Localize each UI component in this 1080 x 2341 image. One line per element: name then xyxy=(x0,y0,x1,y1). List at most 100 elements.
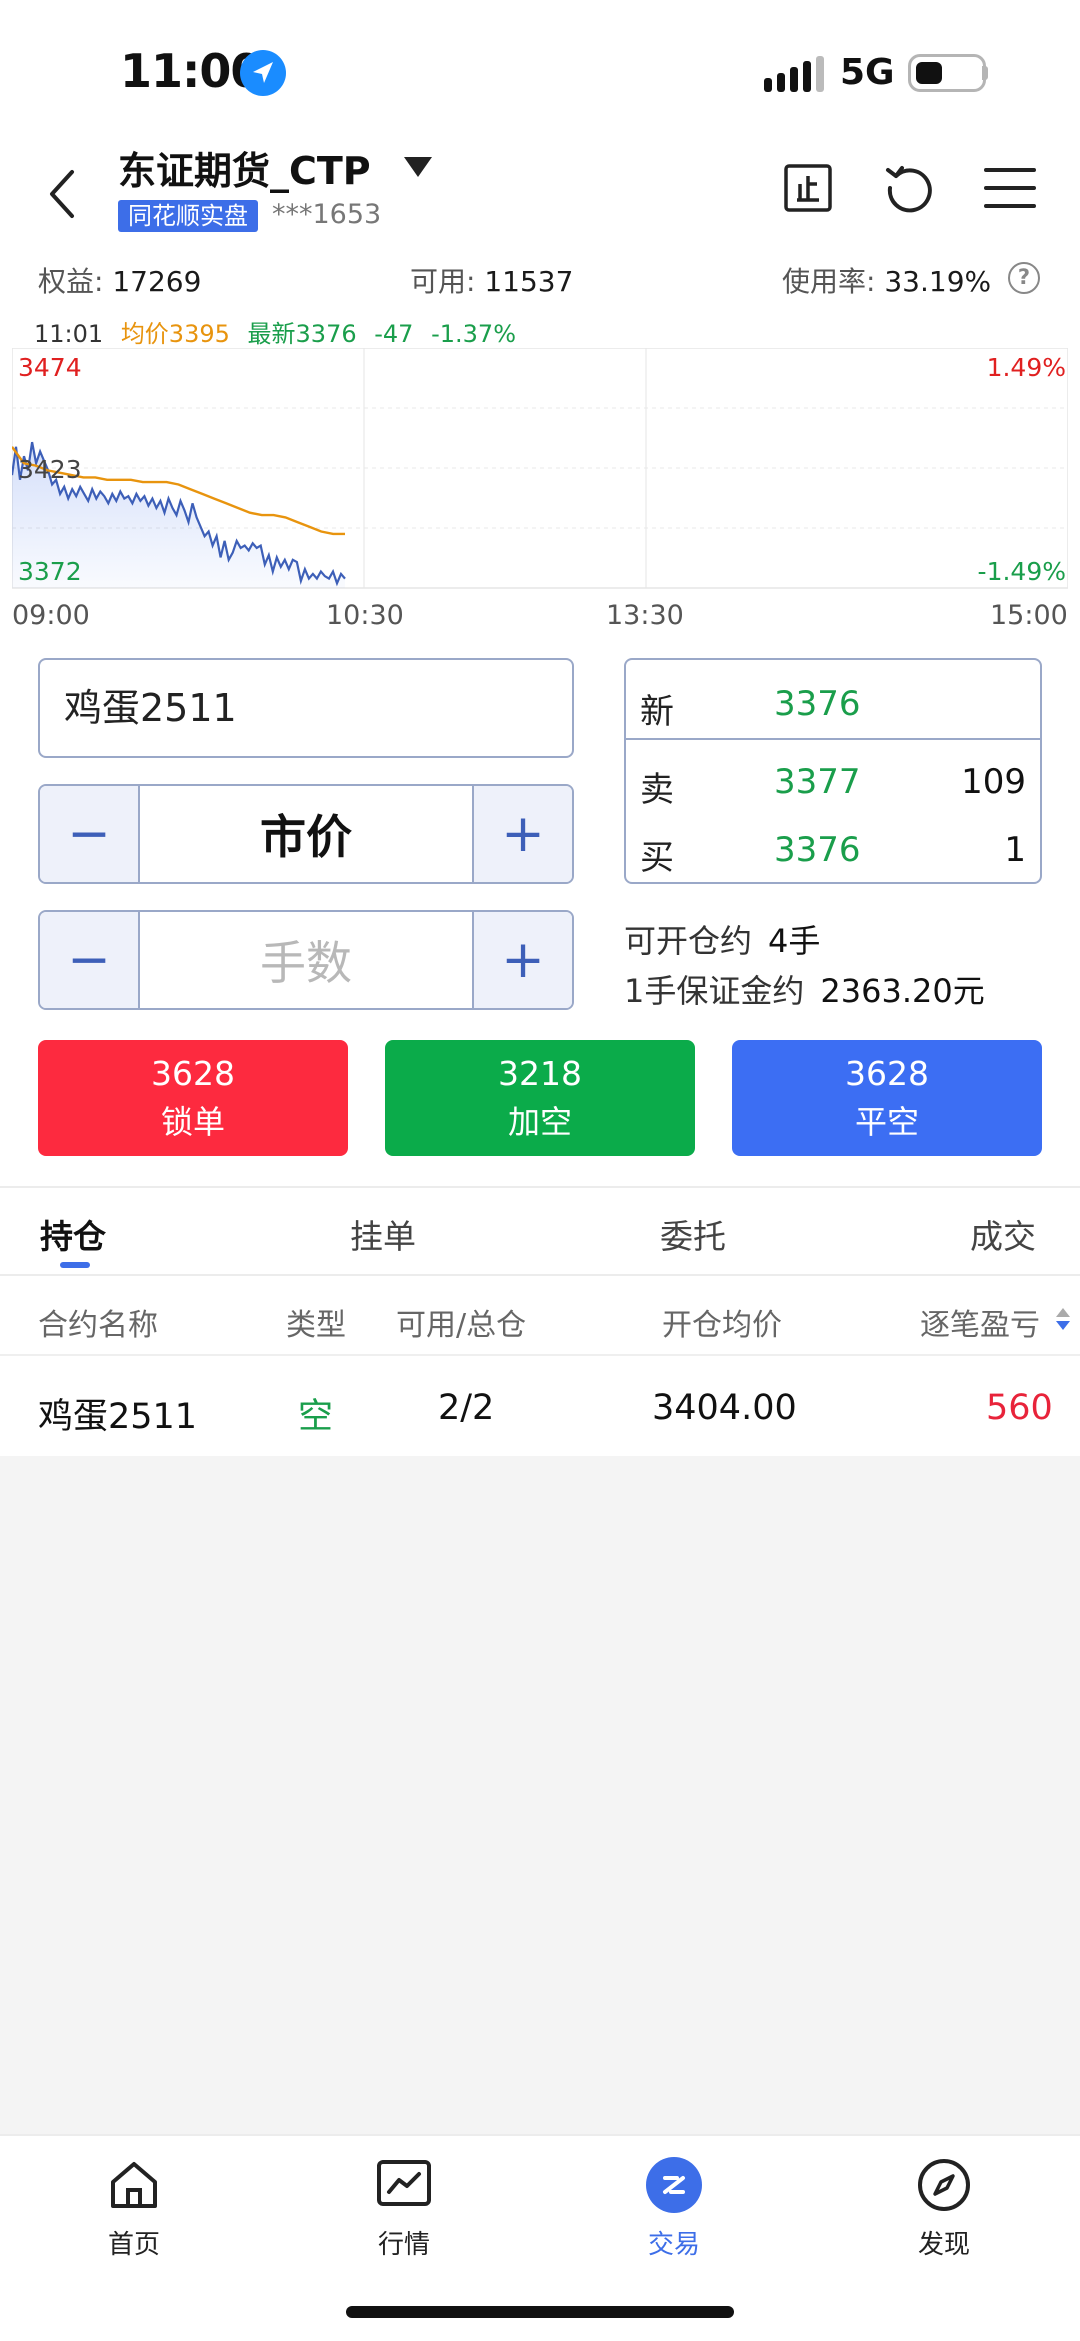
sort-icon[interactable] xyxy=(1054,1306,1072,1332)
nav-market[interactable]: 行情 xyxy=(334,2156,474,2261)
row-avg-price: 3404.00 xyxy=(652,1388,797,1428)
usage-value: 33.19% xyxy=(884,265,992,298)
chart-latest: 最新3376 xyxy=(247,320,357,348)
close-short-price: 3628 xyxy=(845,1054,929,1093)
quote-label: 卖 xyxy=(640,770,674,810)
account-title[interactable]: 东证期货_CTP xyxy=(118,140,371,195)
quote-label: 买 xyxy=(640,838,674,878)
add-short-label: 加空 xyxy=(507,1103,572,1141)
nav-market-label: 行情 xyxy=(377,2230,430,2260)
col-avg-price: 开仓均价 xyxy=(662,1308,782,1343)
chart-icon xyxy=(377,2160,431,2206)
cellular-signal-icon xyxy=(764,56,824,92)
can-open-info: 可开仓约 4手 xyxy=(624,916,820,962)
row-pnl: 560 xyxy=(986,1388,1053,1428)
close-short-label: 平空 xyxy=(854,1103,919,1141)
available-value: 11537 xyxy=(484,265,574,298)
col-avail-total: 可用/总仓 xyxy=(396,1308,527,1343)
x-tick-1030: 10:30 xyxy=(326,600,404,631)
nav-home-label: 首页 xyxy=(107,2230,160,2260)
margin-info: 1手保证金约 2363.20元 xyxy=(624,966,985,1012)
location-arrow-icon xyxy=(240,50,286,96)
y-bottom-label: 3372 xyxy=(18,557,82,586)
can-open-label: 可开仓约 xyxy=(624,922,753,960)
price-plus-button[interactable]: + xyxy=(472,786,572,882)
nav-home[interactable]: 首页 xyxy=(64,2156,204,2261)
battery-tip xyxy=(982,66,988,80)
compass-icon xyxy=(918,2159,970,2211)
x-tick-1500: 15:00 xyxy=(990,600,1068,631)
x-tick-0900: 09:00 xyxy=(12,600,90,631)
col-pnl[interactable]: 逐笔盈亏 xyxy=(920,1300,1040,1344)
usage-label: 使用率: xyxy=(782,265,876,298)
close-short-button[interactable]: 3628 平空 xyxy=(732,1040,1042,1156)
network-type: 5G xyxy=(840,52,895,93)
pct-bottom-label: -1.49% xyxy=(978,557,1066,586)
chart-info: 11:01 均价3395 最新3376 -47 -1.37% xyxy=(34,314,526,349)
account-badge: 同花顺实盘 xyxy=(118,200,258,232)
trade-icon xyxy=(646,2157,702,2213)
price-minus-button[interactable]: − xyxy=(40,786,140,882)
quantity-input[interactable]: 手数 xyxy=(140,912,472,1008)
quote-row-latest: 新 3376 xyxy=(626,666,1040,736)
can-open-value: 4手 xyxy=(768,922,821,960)
active-tab-indicator xyxy=(60,1262,90,1268)
row-type: 空 xyxy=(298,1397,334,1437)
price-stepper: − 市价 + xyxy=(38,784,574,884)
quote-volume: 1 xyxy=(1004,830,1026,870)
table-row[interactable]: 鸡蛋2511 空 2/2 3404.00 560 xyxy=(0,1356,1080,1456)
tab-trades[interactable]: 成交 xyxy=(970,1210,1036,1258)
equity-value: 17269 xyxy=(112,265,202,298)
equity-stat: 权益: 17269 xyxy=(38,260,201,300)
quantity-stepper: − 手数 + xyxy=(38,910,574,1010)
nav-discover[interactable]: 发现 xyxy=(874,2156,1014,2261)
price-mode[interactable]: 市价 xyxy=(140,786,472,882)
y-mid-label: 3423 xyxy=(18,455,82,484)
back-chevron-icon[interactable] xyxy=(40,164,90,224)
nav-discover-label: 发现 xyxy=(917,2230,970,2260)
y-top-label: 3474 xyxy=(18,353,82,382)
tab-positions[interactable]: 持仓 xyxy=(40,1210,106,1258)
lock-button[interactable]: 3628 锁单 xyxy=(38,1040,348,1156)
equity-label: 权益: xyxy=(38,265,104,298)
lock-price: 3628 xyxy=(151,1054,235,1093)
quote-panel[interactable]: 新 3376 卖 3377 109 买 3376 1 xyxy=(624,658,1042,884)
tab-orders[interactable]: 委托 xyxy=(660,1210,726,1258)
quote-volume: 109 xyxy=(961,762,1026,802)
nav-trade[interactable]: 交易 xyxy=(604,2156,744,2261)
chart-change-pct: -1.37% xyxy=(431,320,516,348)
battery-icon xyxy=(908,54,986,92)
row-avail-total: 2/2 xyxy=(438,1388,495,1428)
chart-time: 11:01 xyxy=(34,320,104,348)
chart-change: -47 xyxy=(374,320,414,348)
chart-avg: 均价3395 xyxy=(120,320,230,348)
tab-pending[interactable]: 挂单 xyxy=(350,1210,416,1258)
available-stat: 可用: 11537 xyxy=(410,260,573,300)
pct-top-label: 1.49% xyxy=(987,353,1066,382)
section-divider xyxy=(0,1186,1080,1188)
quote-row-bid: 买 3376 1 xyxy=(626,812,1040,882)
empty-list-area xyxy=(0,1456,1080,2136)
qty-minus-button[interactable]: − xyxy=(40,912,140,1008)
quote-price: 3377 xyxy=(774,762,861,802)
stop-order-icon[interactable] xyxy=(780,160,836,216)
quote-price: 3376 xyxy=(774,684,861,724)
menu-icon[interactable] xyxy=(982,160,1038,216)
x-tick-1330: 13:30 xyxy=(606,600,684,631)
contract-input[interactable]: 鸡蛋2511 xyxy=(38,658,574,758)
refresh-icon[interactable] xyxy=(882,160,938,216)
intraday-chart[interactable]: 3474 3423 3372 1.49% -1.49% xyxy=(12,348,1068,592)
nav-trade-label: 交易 xyxy=(647,2230,700,2260)
account-dropdown-icon[interactable] xyxy=(404,157,432,177)
quote-price: 3376 xyxy=(774,830,861,870)
account-number: ***1653 xyxy=(272,199,382,230)
add-short-button[interactable]: 3218 加空 xyxy=(385,1040,695,1156)
margin-label: 1手保证金约 xyxy=(624,972,805,1010)
quote-divider xyxy=(626,738,1040,740)
add-short-price: 3218 xyxy=(498,1054,582,1093)
home-icon xyxy=(111,2162,157,2208)
qty-plus-button[interactable]: + xyxy=(472,912,572,1008)
usage-stat: 使用率: 33.19% xyxy=(782,260,991,300)
row-contract: 鸡蛋2511 xyxy=(38,1397,198,1437)
help-icon[interactable]: ? xyxy=(1008,262,1040,294)
